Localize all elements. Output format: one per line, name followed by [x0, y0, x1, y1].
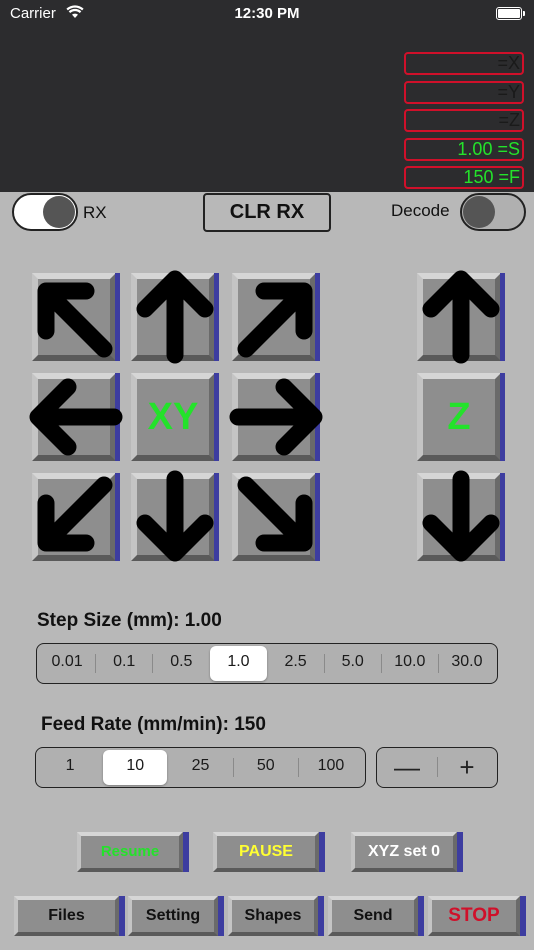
xy-label: XY [147, 396, 199, 438]
send-button[interactable]: Send [328, 896, 424, 936]
arrow-up-left-icon [37, 282, 113, 358]
jog-z-up-button[interactable] [417, 270, 505, 364]
arrow-z-up-icon [422, 270, 500, 364]
arrow-up-icon [136, 270, 214, 364]
feed-rate-option[interactable]: 100 [299, 750, 363, 785]
feed-decrement-button[interactable]: — [377, 748, 437, 786]
feed-increment-button[interactable]: + [437, 748, 497, 786]
step-size-option[interactable]: 10.0 [382, 646, 438, 681]
step-size-option[interactable]: 0.5 [153, 646, 209, 681]
feed-rate-option[interactable]: 10 [103, 750, 168, 785]
step-size-title: Step Size (mm): 1.00 [37, 610, 222, 631]
feed-rate-option[interactable]: 50 [234, 750, 298, 785]
decode-label: Decode [391, 201, 450, 220]
jog-right-button[interactable] [229, 373, 323, 461]
setting-label: Setting [128, 896, 218, 936]
feed-rate-option[interactable]: 1 [38, 750, 102, 785]
status-bar: Carrier 12:30 PM [0, 0, 534, 28]
stop-button[interactable]: STOP [428, 896, 526, 936]
stop-label: STOP [428, 896, 520, 936]
resume-label: Resume [77, 832, 183, 872]
dro-panel: Carrier 12:30 PM =X =Y =Z 1.00 =S 150 =F [0, 0, 534, 192]
arrow-left-icon [29, 378, 123, 456]
send-label: Send [328, 896, 418, 936]
readout-f: 150 =F [404, 166, 524, 189]
decode-toggle-knob [463, 196, 495, 228]
xyz-set-zero-button[interactable]: XYZ set 0 [351, 832, 463, 872]
step-size-option[interactable]: 1.0 [210, 646, 267, 681]
jog-up-left-button[interactable] [32, 273, 120, 361]
readout-s: 1.00 =S [404, 137, 524, 161]
files-label: Files [14, 896, 119, 936]
jog-down-button[interactable] [131, 470, 219, 562]
feed-rate-stepper[interactable]: — + [376, 747, 498, 788]
jog-down-right-button[interactable] [232, 473, 320, 561]
battery-icon [496, 7, 525, 20]
rx-toggle-knob [43, 196, 75, 228]
arrow-down-icon [136, 470, 214, 562]
z-label: Z [447, 396, 471, 438]
pause-label: PAUSE [213, 832, 319, 872]
rx-label: RX [83, 203, 107, 222]
step-size-option[interactable]: 30.0 [439, 646, 495, 681]
step-size-option[interactable]: 5.0 [325, 646, 381, 681]
step-size-option[interactable]: 0.1 [96, 646, 152, 681]
readout-x: =X [404, 52, 524, 75]
jog-xy-home-button[interactable]: XY [131, 373, 219, 461]
arrow-z-down-icon [422, 470, 500, 562]
pause-button[interactable]: PAUSE [213, 832, 325, 872]
jog-down-left-button[interactable] [32, 473, 120, 561]
arrow-down-right-icon [237, 476, 313, 552]
jog-left-button[interactable] [29, 373, 123, 461]
jog-z-home-button[interactable]: Z [417, 373, 505, 461]
clear-rx-button[interactable]: CLR RX [203, 193, 331, 232]
resume-button[interactable]: Resume [77, 832, 189, 872]
files-button[interactable]: Files [14, 896, 125, 936]
arrow-up-right-icon [237, 282, 313, 358]
arrow-right-icon [229, 378, 323, 456]
arrow-down-left-icon [37, 476, 113, 552]
jog-up-right-button[interactable] [232, 273, 320, 361]
rx-toggle[interactable] [12, 193, 78, 231]
step-size-selector[interactable]: 0.01 0.1 0.5 1.0 2.5 5.0 10.0 30.0 [36, 643, 498, 684]
jog-z-down-button[interactable] [417, 470, 505, 562]
step-size-option[interactable]: 2.5 [268, 646, 324, 681]
step-size-option[interactable]: 0.01 [39, 646, 95, 681]
decode-toggle[interactable] [460, 193, 526, 231]
feed-rate-selector[interactable]: 1 10 25 50 100 [35, 747, 366, 788]
position-readouts: =X =Y =Z 1.00 =S 150 =F [404, 52, 524, 195]
shapes-label: Shapes [228, 896, 318, 936]
clock: 12:30 PM [234, 5, 300, 22]
shapes-button[interactable]: Shapes [228, 896, 324, 936]
feed-rate-title: Feed Rate (mm/min): 150 [41, 714, 266, 735]
xyz-set-zero-label: XYZ set 0 [351, 832, 457, 872]
jog-up-button[interactable] [131, 270, 219, 364]
readout-z: =Z [404, 109, 524, 132]
readout-y: =Y [404, 80, 524, 104]
feed-rate-option[interactable]: 25 [168, 750, 232, 785]
setting-button[interactable]: Setting [128, 896, 224, 936]
